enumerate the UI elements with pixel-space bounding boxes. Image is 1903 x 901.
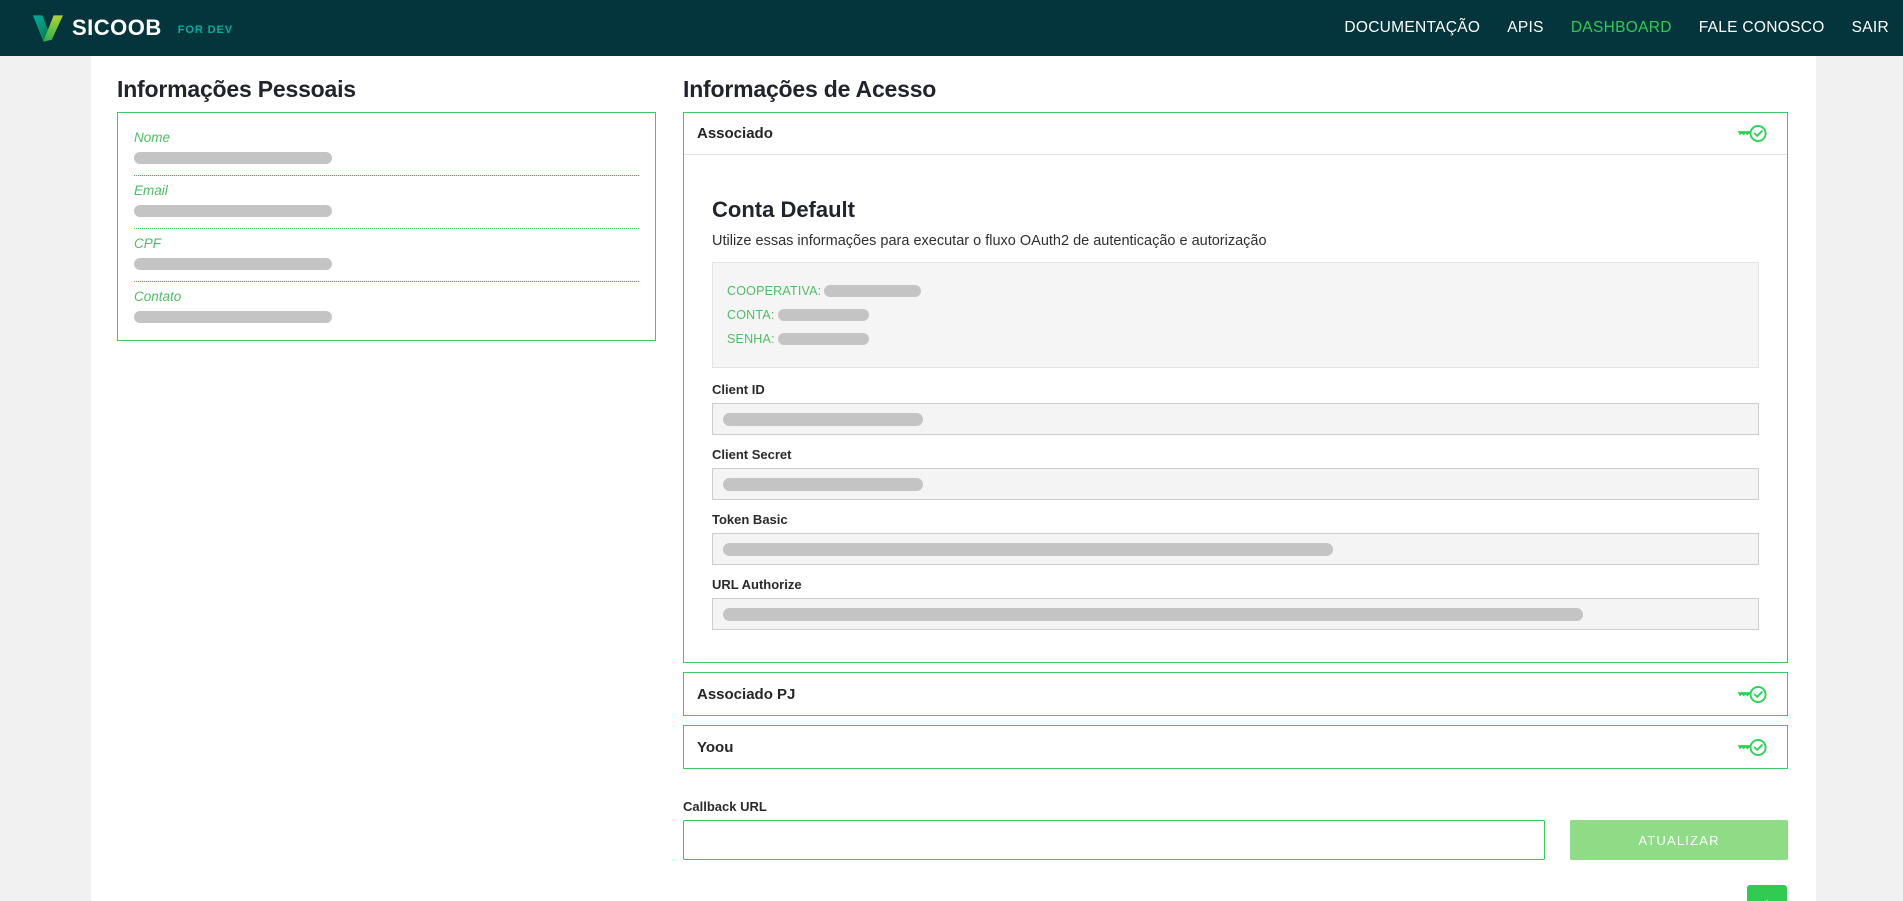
masked-value-bar: [723, 608, 1583, 621]
atualizar-button[interactable]: ATUALIZAR: [1570, 820, 1788, 860]
masked-value-bar: [778, 333, 869, 345]
field-label: CPF: [134, 236, 639, 251]
accordion-label: Associado PJ: [697, 686, 795, 703]
credential-conta: CONTA:: [727, 308, 1744, 322]
personal-info-title: Informações Pessoais: [117, 76, 656, 103]
credentials-box: COOPERATIVA: CONTA: SENHA:: [712, 262, 1759, 368]
nav-item-sair[interactable]: SAIR: [1852, 19, 1889, 37]
accordion-header-associado-pj[interactable]: Associado PJ: [684, 673, 1787, 715]
accordion-yoou: Yoou: [683, 725, 1788, 769]
field-label: Email: [134, 183, 639, 198]
sicoob-v-icon: [33, 15, 63, 42]
personal-info-card: Nome Email CPF Contato: [117, 112, 656, 341]
callback-row: ATUALIZAR: [683, 820, 1788, 860]
personal-field-cpf: CPF: [134, 229, 639, 282]
masked-value-bar: [134, 205, 332, 217]
masked-value-bar: [134, 311, 332, 323]
token-basic-value-box: [712, 533, 1759, 565]
client-secret-label: Client Secret: [712, 447, 1759, 462]
personal-info-panel: Informações Pessoais Nome Email CPF Cont…: [117, 76, 656, 341]
access-info-panel: Informações de Acesso Associado Conta De…: [683, 76, 1788, 860]
accordion-header-associado[interactable]: Associado: [684, 113, 1787, 155]
accordion-label: Yoou: [697, 739, 733, 756]
credential-label: SENHA:: [727, 332, 775, 346]
main-container: Informações Pessoais Nome Email CPF Cont…: [91, 56, 1816, 901]
masked-value-bar: [723, 478, 923, 491]
conta-default-title: Conta Default: [712, 197, 1759, 223]
callback-url-input[interactable]: [683, 820, 1545, 860]
masked-value-bar: [723, 543, 1333, 556]
client-secret-group: Client Secret: [712, 447, 1759, 500]
client-id-value-box: [712, 403, 1759, 435]
client-secret-value-box: [712, 468, 1759, 500]
credential-label: COOPERATIVA:: [727, 284, 821, 298]
client-id-group: Client ID: [712, 382, 1759, 435]
token-basic-label: Token Basic: [712, 512, 1759, 527]
url-authorize-label: URL Authorize: [712, 577, 1759, 592]
accordion-associado-pj: Associado PJ: [683, 672, 1788, 716]
callback-url-label: Callback URL: [683, 799, 1788, 814]
url-authorize-group: URL Authorize: [712, 577, 1759, 630]
accordion-label: Associado: [697, 125, 773, 142]
masked-value-bar: [824, 285, 921, 297]
arrow-up-icon: ↑: [1763, 896, 1771, 901]
navbar: SICOOB FOR DEV DOCUMENTAÇÃO APIS DASHBOA…: [0, 0, 1903, 56]
access-info-title: Informações de Acesso: [683, 76, 1788, 103]
field-label: Contato: [134, 289, 639, 304]
accordion-body-associado: Conta Default Utilize essas informações …: [684, 155, 1787, 662]
key-check-icon: [1735, 736, 1767, 759]
token-basic-group: Token Basic: [712, 512, 1759, 565]
key-check-icon: [1735, 122, 1767, 145]
nav-links: DOCUMENTAÇÃO APIS DASHBOARD FALE CONOSCO…: [1344, 19, 1889, 37]
callback-section: Callback URL ATUALIZAR: [683, 799, 1788, 860]
accordion-header-yoou[interactable]: Yoou: [684, 726, 1787, 768]
conta-default-description: Utilize essas informações para executar …: [712, 233, 1759, 249]
nav-item-fale-conosco[interactable]: FALE CONOSCO: [1699, 19, 1825, 37]
masked-value-bar: [778, 309, 869, 321]
scroll-top-button[interactable]: ↑: [1747, 885, 1787, 901]
field-label: Nome: [134, 130, 639, 145]
brand-tagline: FOR DEV: [178, 21, 233, 36]
credential-cooperativa: COOPERATIVA:: [727, 284, 1744, 298]
key-check-icon: [1735, 683, 1767, 706]
url-authorize-value-box: [712, 598, 1759, 630]
personal-field-contato: Contato: [134, 282, 639, 334]
nav-item-dashboard[interactable]: DASHBOARD: [1571, 19, 1672, 37]
brand-name: SICOOB: [72, 15, 162, 41]
masked-value-bar: [723, 413, 923, 426]
client-id-label: Client ID: [712, 382, 1759, 397]
nav-item-documentacao[interactable]: DOCUMENTAÇÃO: [1344, 19, 1480, 37]
accordion-associado: Associado Conta Default Utilize essas in…: [683, 112, 1788, 663]
masked-value-bar: [134, 152, 332, 164]
nav-item-apis[interactable]: APIS: [1507, 19, 1544, 37]
credential-label: CONTA:: [727, 308, 775, 322]
masked-value-bar: [134, 258, 332, 270]
personal-field-nome: Nome: [134, 123, 639, 176]
page: SICOOB FOR DEV DOCUMENTAÇÃO APIS DASHBOA…: [0, 0, 1903, 901]
credential-senha: SENHA:: [727, 332, 1744, 346]
personal-field-email: Email: [134, 176, 639, 229]
brand-logo[interactable]: SICOOB FOR DEV: [33, 15, 233, 42]
